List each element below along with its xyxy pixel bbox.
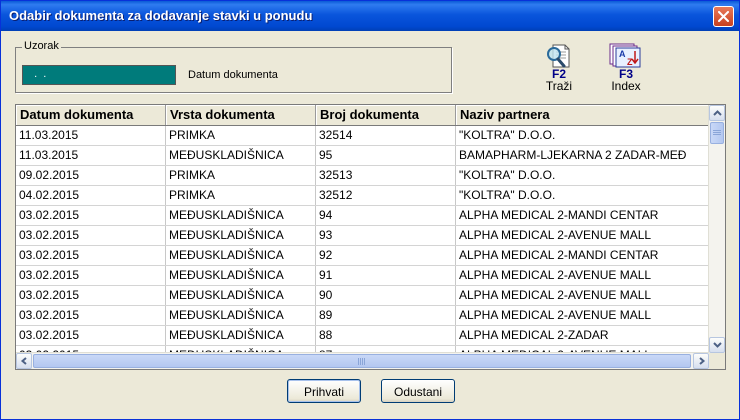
table-row[interactable]: 11.03.2015 MEĐUSKLADIŠNICA 95 BAMAPHARM-LJE… (16, 146, 709, 166)
sort-index-icon: A Z (609, 43, 641, 68)
cell-number: 90 (316, 286, 456, 305)
cell-number: 92 (316, 246, 456, 265)
table-row[interactable]: 03.02.2015 MEĐUSKLADIŠNICA 91 ALPHA MEDICAL… (16, 266, 709, 286)
arrow-up-icon (713, 110, 722, 116)
table-row[interactable]: 03.02.2015 MEĐUSKLADIŠNICA 92 ALPHA MEDICAL… (16, 246, 709, 266)
cell-type: MEĐUSKLADIŠNICA (166, 266, 316, 285)
title-bar[interactable]: Odabir dokumenta za dodavanje stavki u p… (1, 1, 739, 31)
arrow-left-icon (20, 357, 27, 365)
cell-number: 94 (316, 206, 456, 225)
close-button[interactable] (713, 6, 734, 27)
cell-date: 03.02.2015 (16, 226, 166, 245)
cell-date: 03.02.2015 (16, 326, 166, 345)
table-row[interactable]: 03.02.2015 MEĐUSKLADIŠNICA 89 ALPHA MEDICAL… (16, 306, 709, 326)
grip-icon (713, 130, 721, 136)
column-header-number[interactable]: Broj dokumenta (316, 105, 456, 125)
cell-partner: "KOLTRA" D.O.O. (459, 128, 556, 142)
cell-partner: ALPHA MEDICAL 2-AVENUE MALL (459, 228, 652, 242)
arrow-down-icon (713, 342, 722, 348)
cell-partner: "KOLTRA" D.O.O. (459, 168, 556, 182)
cell-type: MEĐUSKLADIŠNICA (166, 226, 316, 245)
cancel-button[interactable]: Odustani (381, 379, 455, 403)
cell-number: 88 (316, 326, 456, 345)
cell-date: 04.02.2015 (16, 186, 166, 205)
cell-partner: ALPHA MEDICAL 2-AVENUE MALL (459, 308, 652, 322)
index-label: Index (611, 79, 641, 93)
cell-date: 03.02.2015 (16, 246, 166, 265)
column-header-partner[interactable]: Naziv partnera (456, 105, 709, 125)
cell-date: 03.02.2015 (16, 306, 166, 325)
cell-date: 03.02.2015 (16, 206, 166, 225)
cell-number: 32512 (316, 186, 456, 205)
scroll-left-button[interactable] (16, 353, 32, 369)
search-document-icon (547, 44, 570, 68)
cell-number: 93 (316, 226, 456, 245)
cell-type: MEĐUSKLADIŠNICA (166, 286, 316, 305)
pattern-group: Uzorak . . Datum dokumenta (15, 40, 452, 93)
svg-text:A: A (619, 49, 626, 59)
scroll-up-button[interactable] (709, 105, 725, 121)
search-label: Traži (545, 79, 573, 93)
accept-button[interactable]: Prihvati (287, 379, 361, 403)
vertical-scrollbar[interactable] (708, 105, 725, 353)
grid-rows: 11.03.2015 PRIMKA 32514 "KOLTRA" D.O.O. 11.… (16, 126, 709, 366)
cell-type: PRIMKA (166, 126, 316, 145)
cell-partner: BAMAPHARM-LJEKARNA 2 ZADAR-MEĐ (459, 148, 687, 162)
cell-date: 09.02.2015 (16, 166, 166, 185)
cell-date: 11.03.2015 (16, 146, 166, 165)
cell-number: 32514 (316, 126, 456, 145)
search-button[interactable]: F2 Traži (539, 44, 579, 93)
cell-type: MEĐUSKLADIŠNICA (166, 326, 316, 345)
table-row[interactable]: 04.02.2015 PRIMKA 32512 "KOLTRA" D.O.O. (16, 186, 709, 206)
close-icon (718, 11, 729, 22)
table-row[interactable]: 03.02.2015 MEĐUSKLADIŠNICA 90 ALPHA MEDICAL… (16, 286, 709, 306)
cell-type: PRIMKA (166, 166, 316, 185)
pattern-field-label: Datum dokumenta (188, 69, 278, 81)
column-header-date[interactable]: Datum dokumenta (16, 105, 166, 125)
cell-number: 95 (316, 146, 456, 165)
scroll-right-button[interactable] (693, 353, 709, 369)
horizontal-scroll-thumb[interactable] (33, 354, 691, 368)
cell-number: 89 (316, 306, 456, 325)
cell-date: 03.02.2015 (16, 266, 166, 285)
cell-type: PRIMKA (166, 186, 316, 205)
grip-icon (358, 358, 366, 365)
cell-partner: ALPHA MEDICAL 2-MANDI CENTAR (459, 248, 659, 262)
pattern-input[interactable]: . . (22, 65, 176, 85)
cell-date: 11.03.2015 (16, 126, 166, 145)
cell-partner: ALPHA MEDICAL 2-AVENUE MALL (459, 268, 652, 282)
scroll-down-button[interactable] (709, 337, 725, 353)
svg-text:Z: Z (627, 57, 633, 67)
cell-partner: ALPHA MEDICAL 2-AVENUE MALL (459, 288, 652, 302)
documents-grid[interactable]: Datum dokumenta Vrsta dokumenta Broj dok… (15, 104, 726, 370)
window-title: Odabir dokumenta za dodavanje stavki u p… (9, 8, 313, 23)
dialog-window: Odabir dokumenta za dodavanje stavki u p… (0, 0, 740, 420)
cell-date: 03.02.2015 (16, 286, 166, 305)
table-row[interactable]: 11.03.2015 PRIMKA 32514 "KOLTRA" D.O.O. (16, 126, 709, 146)
table-row[interactable]: 03.02.2015 MEĐUSKLADIŠNICA 94 ALPHA MEDICAL… (16, 206, 709, 226)
cell-type: MEĐUSKLADIŠNICA (166, 146, 316, 165)
cell-partner: ALPHA MEDICAL 2-ZADAR (459, 328, 609, 342)
pattern-legend: Uzorak (22, 40, 61, 52)
table-row[interactable]: 03.02.2015 MEĐUSKLADIŠNICA 88 ALPHA MEDICAL… (16, 326, 709, 346)
index-button[interactable]: A Z F3 Index (603, 42, 649, 93)
scroll-corner (709, 353, 725, 369)
table-row[interactable]: 03.02.2015 MEĐUSKLADIŠNICA 93 ALPHA MEDICAL… (16, 226, 709, 246)
horizontal-scrollbar[interactable] (16, 352, 709, 369)
cell-number: 91 (316, 266, 456, 285)
vertical-scroll-thumb[interactable] (710, 122, 724, 144)
cell-number: 32513 (316, 166, 456, 185)
cell-type: MEĐUSKLADIŠNICA (166, 246, 316, 265)
cell-type: MEĐUSKLADIŠNICA (166, 306, 316, 325)
cell-type: MEĐUSKLADIŠNICA (166, 206, 316, 225)
cell-partner: "KOLTRA" D.O.O. (459, 188, 556, 202)
cell-partner: ALPHA MEDICAL 2-MANDI CENTAR (459, 208, 659, 222)
table-row[interactable]: 09.02.2015 PRIMKA 32513 "KOLTRA" D.O.O. (16, 166, 709, 186)
arrow-right-icon (699, 357, 706, 365)
column-header-type[interactable]: Vrsta dokumenta (166, 105, 316, 125)
grid-header: Datum dokumenta Vrsta dokumenta Broj dok… (16, 105, 709, 126)
